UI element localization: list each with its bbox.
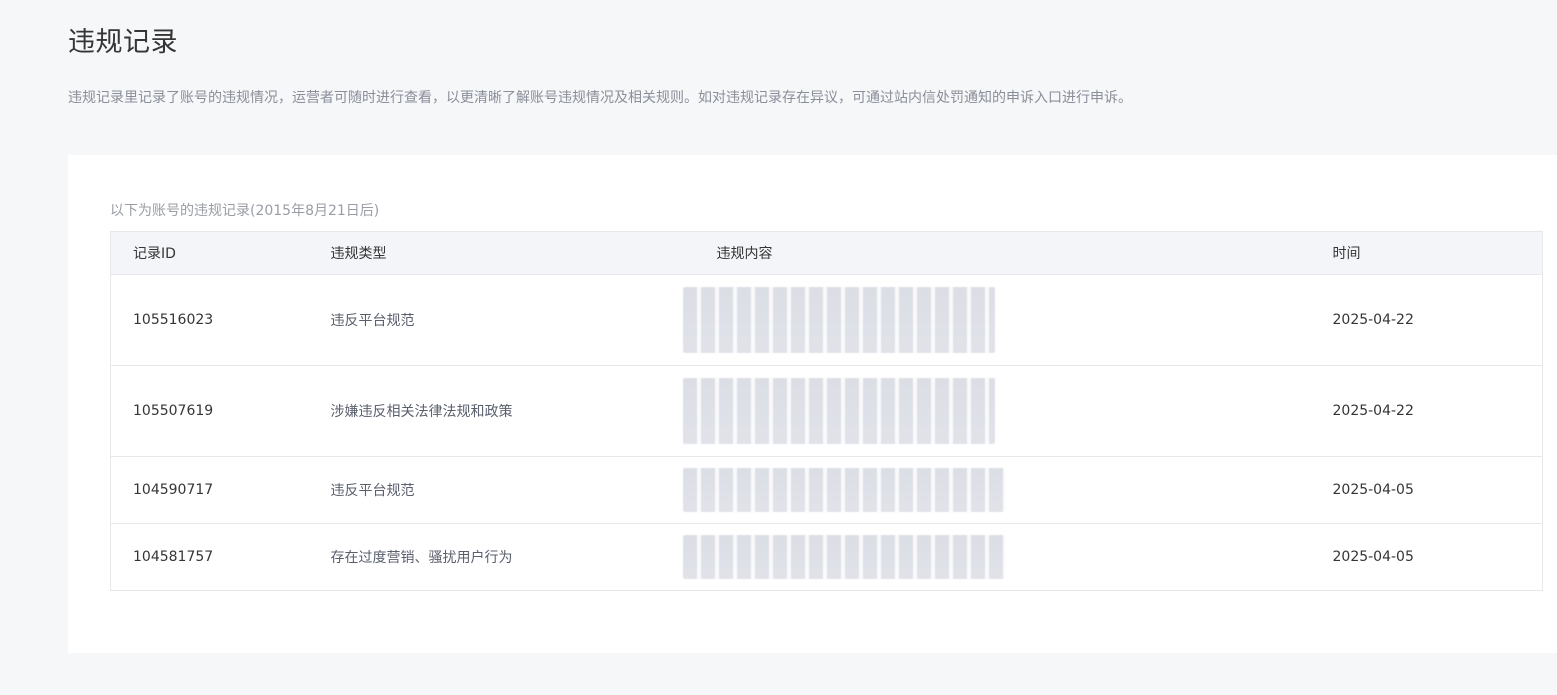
violation-records-table: 记录ID 违规类型 违规内容 时间 105516023 违反平台规范 2025-… [110,231,1543,591]
redacted-content [682,535,1005,579]
table-header-row: 记录ID 违规类型 违规内容 时间 [110,231,1543,275]
page-description: 违规记录里记录了账号的违规情况，运营者可随时进行查看，以更清晰了解账号违规情况及… [68,90,1132,106]
record-time: 2025-04-05 [1310,456,1543,524]
record-id: 105507619 [110,365,309,457]
column-header-id: 记录ID [110,231,309,275]
records-caption: 以下为账号的违规记录(2015年8月21日后) [110,203,380,219]
column-header-type: 违规类型 [308,231,695,275]
redacted-content [682,287,995,353]
record-type: 涉嫌违反相关法律法规和政策 [308,365,695,457]
record-id: 104590717 [110,456,309,524]
record-content [682,274,1311,366]
redacted-content [682,378,995,444]
table-row: 105507619 涉嫌违反相关法律法规和政策 2025-04-22 [110,365,1543,457]
record-type: 违反平台规范 [308,274,695,366]
record-id: 105516023 [110,274,309,366]
record-time: 2025-04-22 [1310,365,1543,457]
record-content [682,456,1311,524]
record-id: 104581757 [110,523,309,591]
table-row: 105516023 违反平台规范 2025-04-22 [110,274,1543,366]
column-header-content: 违规内容 [694,231,1311,275]
column-header-time: 时间 [1310,231,1543,275]
page-title: 违规记录 [68,27,178,58]
record-type: 存在过度营销、骚扰用户行为 [308,523,695,591]
table-row: 104581757 存在过度营销、骚扰用户行为 2025-04-05 [110,523,1543,591]
record-time: 2025-04-05 [1310,523,1543,591]
record-content [682,365,1311,457]
redacted-content [682,468,1005,512]
table-row: 104590717 违反平台规范 2025-04-05 [110,456,1543,524]
record-time: 2025-04-22 [1310,274,1543,366]
records-card: 以下为账号的违规记录(2015年8月21日后) 记录ID 违规类型 违规内容 时… [68,155,1557,653]
record-type: 违反平台规范 [308,456,695,524]
record-content [682,523,1311,591]
